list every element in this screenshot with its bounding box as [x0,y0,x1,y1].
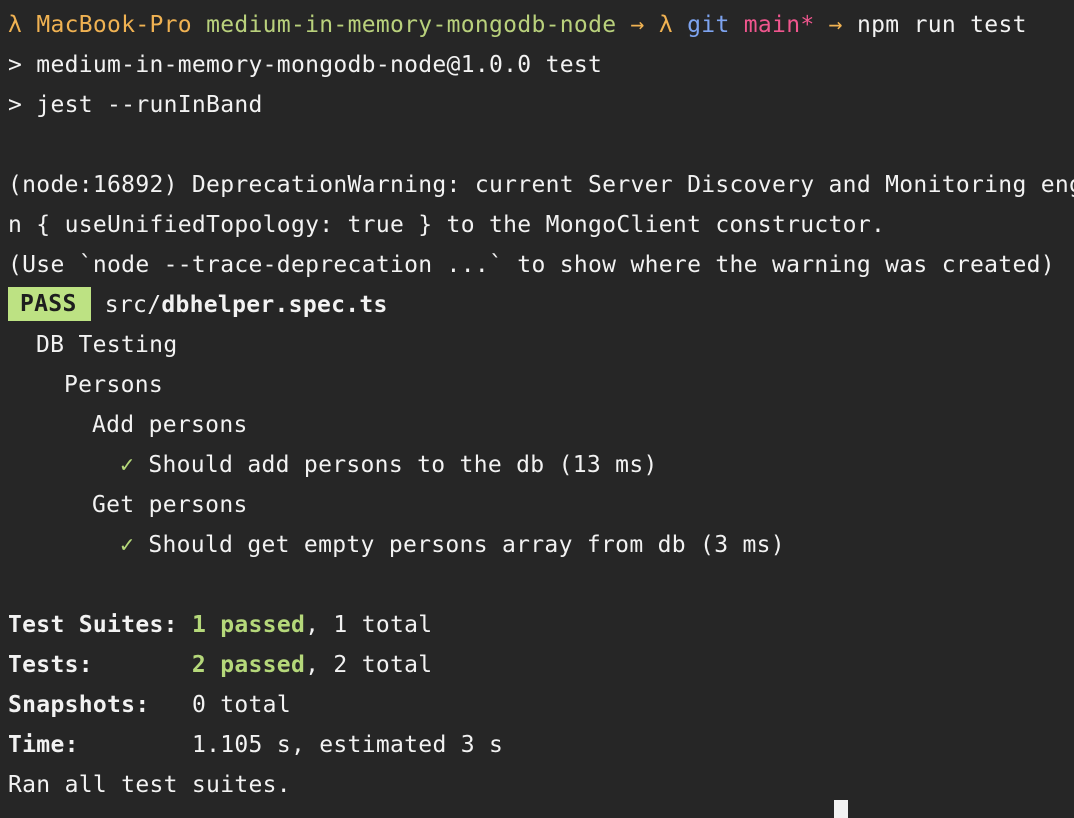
summary-tests: Tests: 2 passed, 2 total [8,645,432,685]
test-file-name: dbhelper.spec.ts [161,292,388,318]
warning-line-2: n { useUnifiedTopology: true } to the Mo… [8,212,886,238]
tests-passed: 2 passed [191,652,306,678]
describe-add-persons: Add persons [92,412,248,438]
test-file-prefix: src/ [104,292,162,318]
time-value: 1.105 s, estimated 3 s [191,732,504,758]
snapshots-value: 0 total [191,692,291,718]
suites-total: , 1 total [305,612,433,638]
describe-db-testing: DB Testing [36,332,178,358]
terminal-window[interactable]: λ MacBook-Pro medium-in-memory-mongodb-n… [0,0,1074,818]
prompt-lambda: λ [8,12,23,38]
pass-badge: PASS [8,287,91,321]
test-get-persons: ✓ Should get empty persons array from db… [120,525,785,565]
warning-line-1: (node:16892) DeprecationWarning: current… [8,172,1074,198]
terminal-cursor [834,800,848,818]
test-add-persons: ✓ Should add persons to the db (13 ms) [120,445,658,485]
ran-all-suites: Ran all test suites. [8,772,291,798]
prompt-host: MacBook-Pro [36,12,192,38]
describe-persons: Persons [64,372,164,398]
warning-line-3: (Use `node --trace-deprecation ...` to s… [8,252,1055,278]
prompt-git: git [687,12,730,38]
summary-suites: Test Suites: 1 passed, 1 total [8,605,432,645]
check-icon: ✓ [120,532,135,558]
prompt-arrow-2: → [828,12,843,38]
pass-line: PASS src/dbhelper.spec.ts [8,285,388,325]
describe-get-persons: Get persons [92,492,248,518]
prompt-command: npm run test [856,12,1027,38]
summary-snapshots: Snapshots: 0 total [8,685,291,725]
prompt-arrow: → [630,12,645,38]
prompt-line: λ MacBook-Pro medium-in-memory-mongodb-n… [8,5,1027,45]
tests-total: , 2 total [305,652,433,678]
jest-command-line: > jest --runInBand [8,92,263,118]
test-get-persons-label: Should get empty persons array from db (… [148,532,785,558]
check-icon: ✓ [120,452,135,478]
prompt-directory: medium-in-memory-mongodb-node [206,12,617,38]
suites-passed: 1 passed [191,612,306,638]
tests-label: Tests: [8,652,93,678]
snapshots-label: Snapshots: [8,692,150,718]
test-add-persons-label: Should add persons to the db (13 ms) [148,452,658,478]
time-label: Time: [8,732,79,758]
suites-label: Test Suites: [8,612,178,638]
prompt-branch: main* [743,12,815,38]
summary-time: Time: 1.105 s, estimated 3 s [8,725,503,765]
npm-script-line: > medium-in-memory-mongodb-node@1.0.0 te… [8,52,603,78]
prompt-lambda-2: λ [658,12,673,38]
